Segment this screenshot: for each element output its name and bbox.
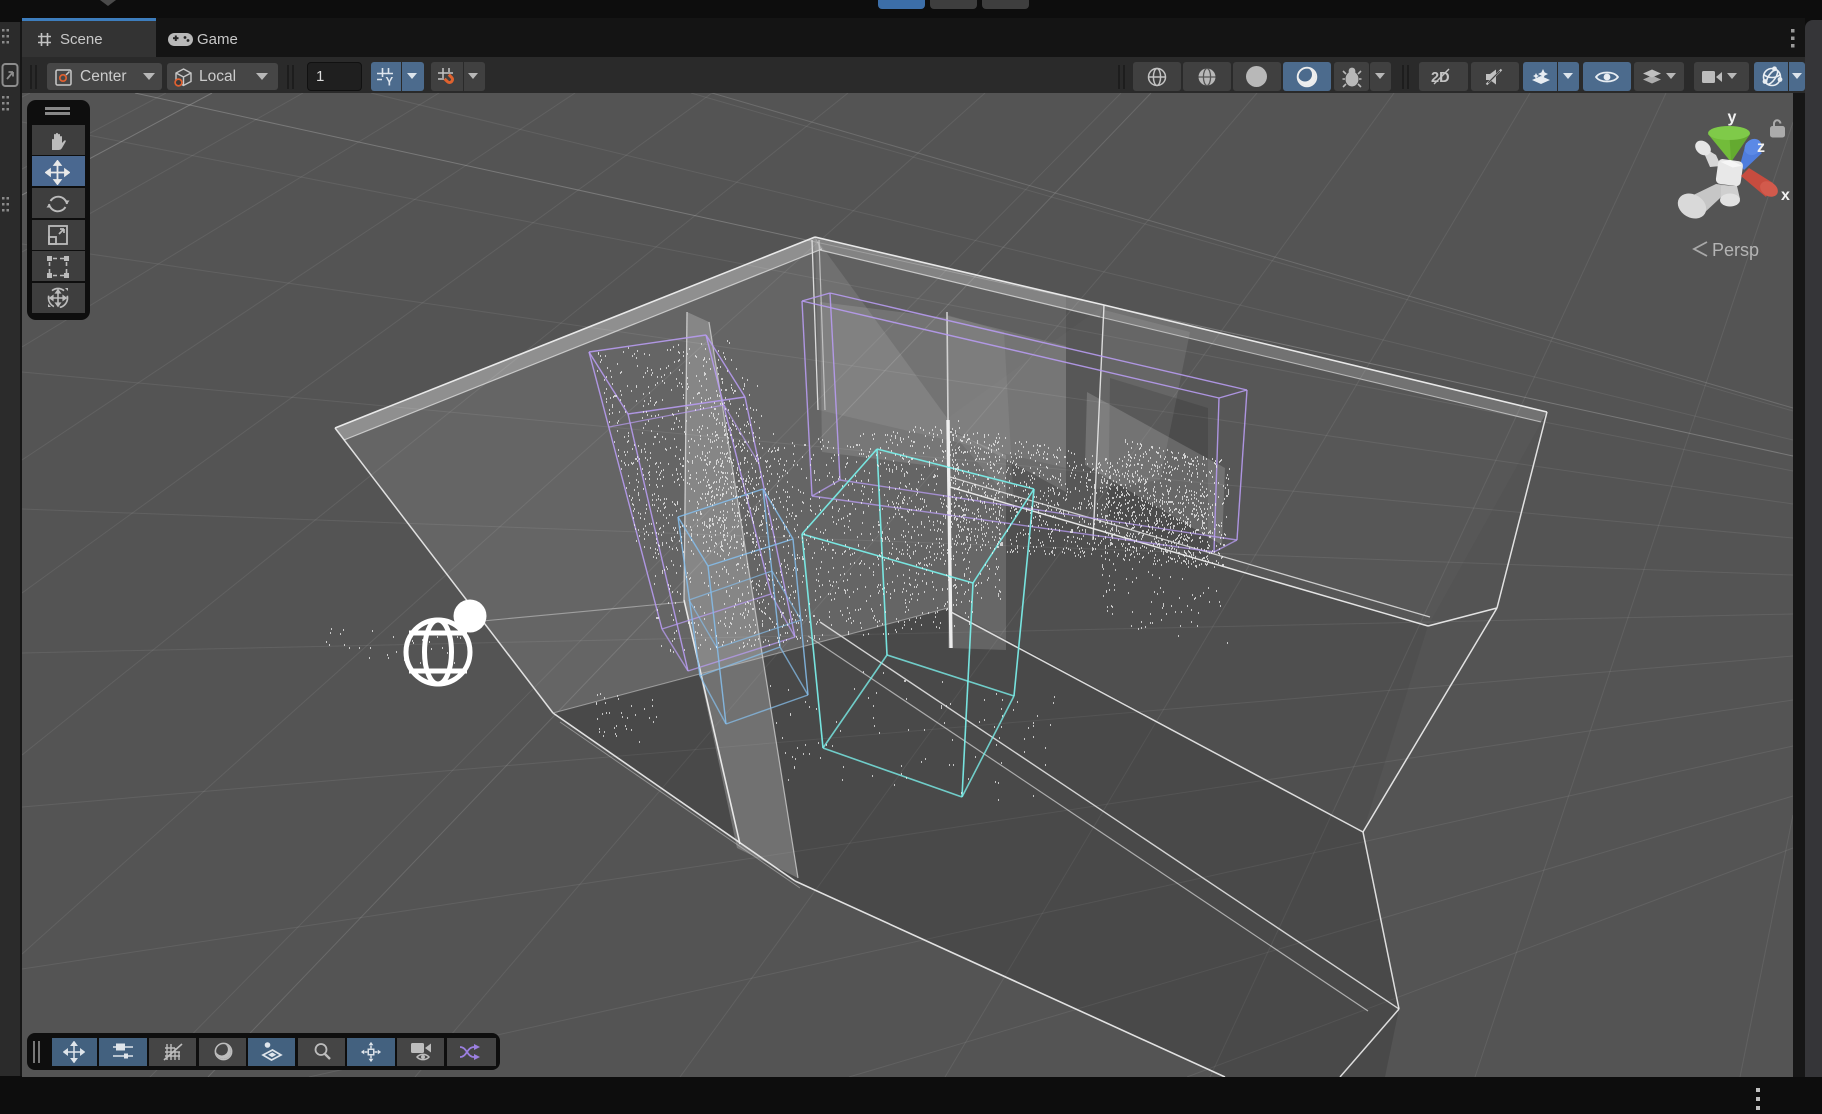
svg-text:y: y bbox=[1728, 109, 1737, 126]
svg-text:Persp: Persp bbox=[1712, 240, 1759, 260]
svg-text:Y: Y bbox=[386, 77, 394, 88]
svg-text:x: x bbox=[1781, 187, 1790, 204]
svg-text:z: z bbox=[1757, 139, 1765, 156]
